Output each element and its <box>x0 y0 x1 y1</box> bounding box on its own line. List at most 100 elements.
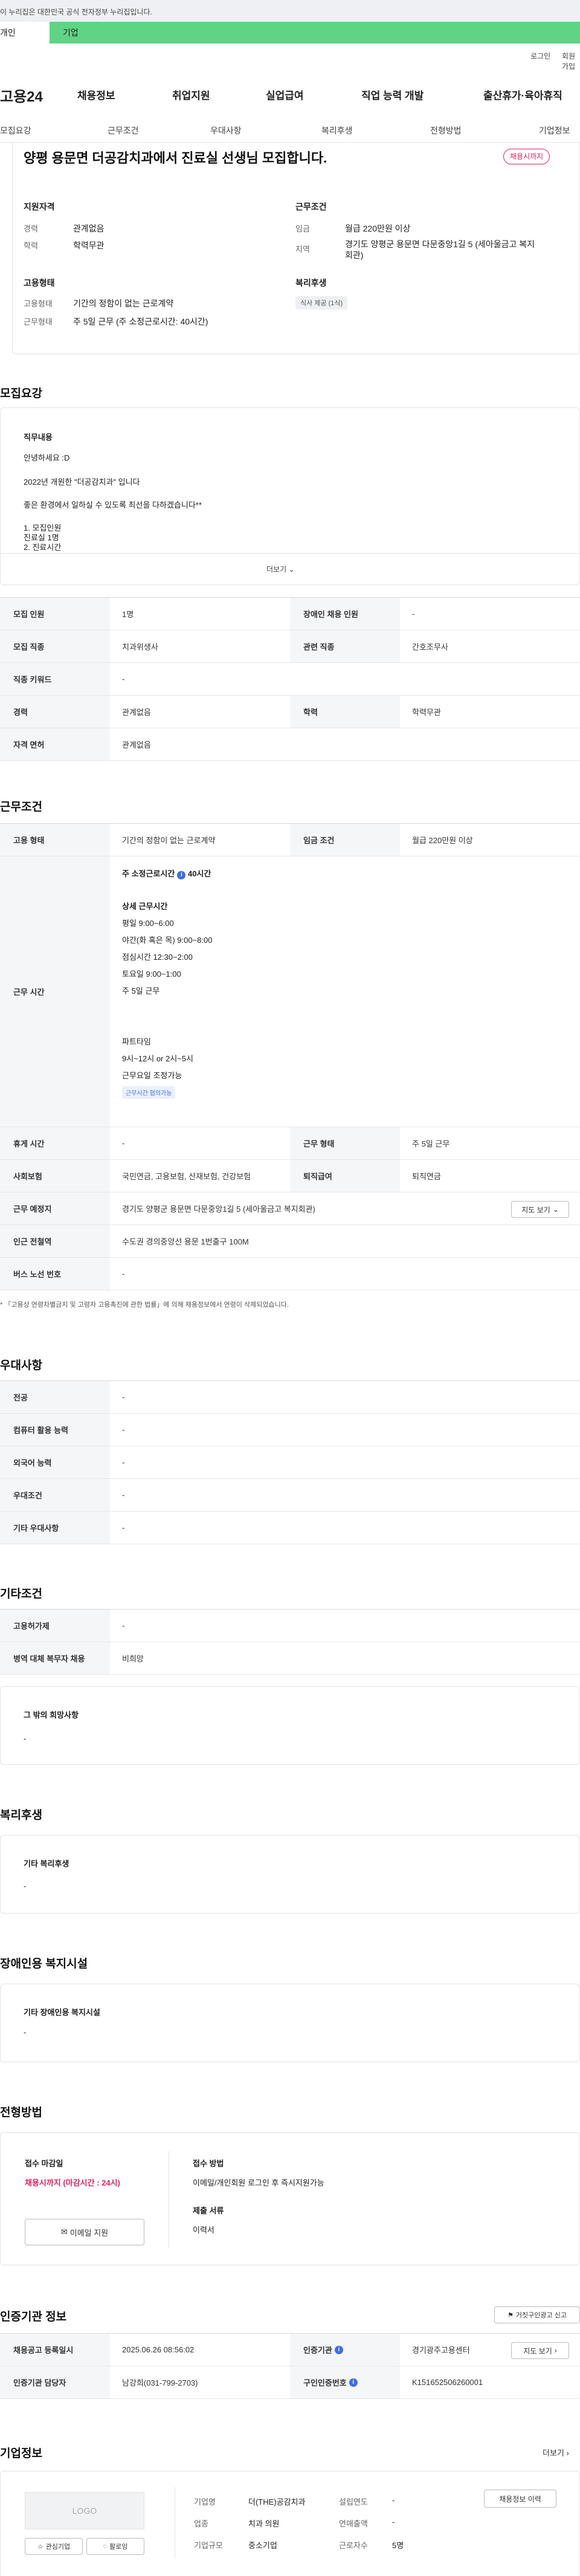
info-icon[interactable]: i <box>334 2345 343 2354</box>
row-label: 임금 조건 <box>290 824 400 856</box>
row-value: - <box>122 675 125 684</box>
duty-line: 2022년 개원한 "더공감치과" 입니다 <box>24 477 140 487</box>
lnb-welfare[interactable]: 복리후생 <box>321 125 353 137</box>
inst-label: 인증기관 <box>303 2346 332 2355</box>
founded-value: - <box>392 2496 395 2505</box>
row-value: 관계없음 <box>122 708 151 717</box>
row-value: 월급 220만원 이상 <box>412 836 473 845</box>
login-link[interactable]: 로그인 <box>530 51 550 61</box>
site-logo[interactable]: 고용24 <box>0 85 43 106</box>
row-label: 인증기관 담당자 <box>0 2366 110 2398</box>
follow-button[interactable]: ◌ 팔로잉 <box>86 2538 144 2555</box>
wage-label: 임금 <box>295 224 310 233</box>
other-wish-title: 그 밖의 희망사항 <box>24 1710 79 1720</box>
row-label: 우대조건 <box>0 1479 110 1511</box>
main-nav: 고용24 채용정보 취업지원 실업급여 직업 능력 개발 출산휴가·육아휴직 <box>0 80 580 106</box>
table-row: 자격 면허 관계없음 <box>0 728 580 761</box>
nav-parental-leave[interactable]: 출산휴가·육아휴직 <box>483 87 562 102</box>
row-label: 전공 <box>0 1381 110 1413</box>
deadline-title: 접수 마감일 <box>25 2159 63 2168</box>
mail-icon: ✉ <box>60 2227 68 2236</box>
qual-title: 지원자격 <box>24 202 55 212</box>
selection-card: 접수 마감일 채용시까지 (마감시간 : 24시) ✉ 이메일 지원 접수 방법 … <box>0 2132 580 2265</box>
table-row: 고용허가제 - <box>0 1610 580 1642</box>
table-row: 인근 전철역 수도권 경의중앙선 용문 1번출구 100M <box>0 1225 580 1258</box>
table-row: 인증기관 담당자 남강희(031-799-2703) 구인인증번호 i K1516… <box>0 2366 580 2399</box>
welfare-box-title: 기타 복리후생 <box>24 1859 69 1868</box>
detail-line: 근무요일 조정가능 <box>122 1071 182 1080</box>
table-row: 버스 노선 번호 - <box>0 1258 580 1290</box>
row-value: 남강희(031-799-2703) <box>122 2378 198 2387</box>
row-value: - <box>122 1458 125 1467</box>
nav-vocational-training[interactable]: 직업 능력 개발 <box>361 87 424 102</box>
weekly-hours-label: 주 소정근로시간 <box>122 869 175 878</box>
duty-title: 직무내용 <box>24 433 53 442</box>
company-section-title: 기업정보 <box>0 2447 42 2460</box>
row-label: 근무 예정지 <box>0 1193 110 1225</box>
cert-map-button[interactable]: 지도 보기 › <box>511 2342 569 2359</box>
report-false-ad-button[interactable]: ⚑ 거짓구인광고 신고 <box>494 2306 580 2323</box>
row-value: - <box>412 609 415 618</box>
staff-value: 5명 <box>392 2541 404 2550</box>
row-label: 병역 대체 복무자 채용 <box>0 1642 110 1674</box>
info-icon[interactable]: i <box>349 2378 358 2387</box>
row-value: 학력무관 <box>412 708 441 717</box>
map-button[interactable]: 지도 보기 ⌄ <box>511 1201 569 1218</box>
nav-jobs[interactable]: 채용정보 <box>77 87 115 102</box>
tab-individual[interactable]: 개인 <box>0 22 50 44</box>
favorite-company-button[interactable]: ☆ 관심기업 <box>25 2538 83 2555</box>
gov-banner: 이 누리집은 대한민국 공식 전자정부 누리집입니다. <box>0 0 580 22</box>
top-tabs: 개인 기업 <box>0 22 580 44</box>
company-more-label: 더보기 <box>543 2448 564 2458</box>
row-label: 경력 <box>0 696 110 728</box>
table-row: 컴퓨터 활용 능력 - <box>0 1414 580 1446</box>
row-value: K151652506260001 <box>412 2378 483 2387</box>
nav-employment-support[interactable]: 취업지원 <box>172 87 210 102</box>
tab-corporate[interactable]: 기업 <box>50 22 580 44</box>
row-label: 기타 우대사항 <box>0 1512 110 1544</box>
row-value: 2025.06.26 08:56:02 <box>122 2345 195 2354</box>
emptype-value: 기간의 정함이 없는 근로계약 <box>73 299 174 308</box>
duty-more-button[interactable]: 더보기 ⌄ <box>266 564 295 574</box>
row-value: - <box>122 1425 125 1434</box>
region-value-2: 회관) <box>345 250 364 260</box>
preference-section-title: 우대사항 <box>0 1359 42 1372</box>
row-value: - <box>122 1269 125 1278</box>
weekly-hours-value: 40시간 <box>187 869 211 878</box>
wage-value: 월급 220만원 이상 <box>345 224 411 233</box>
email-apply-button[interactable]: ✉ 이메일 지원 <box>25 2219 144 2245</box>
other-wish-card: 그 밖의 희망사항 - <box>0 1686 580 1765</box>
lnb-recruit[interactable]: 모집요강 <box>0 125 31 137</box>
welfare-chip: 식사 제공 (1식) <box>295 296 348 309</box>
company-more-link[interactable]: 더보기 › <box>543 2447 569 2458</box>
lnb-selection[interactable]: 전형방법 <box>430 125 462 137</box>
table-row: 전공 - <box>0 1381 580 1414</box>
nav-unemployment-benefit[interactable]: 실업급여 <box>266 87 304 102</box>
detail-line: 야간(화 혹은 목) 9:00~8:00 <box>122 936 213 945</box>
row-label: 학력 <box>290 696 400 728</box>
worktype-label: 근무형태 <box>24 317 53 326</box>
detail-line: 주 5일 근무 <box>122 986 160 995</box>
report-label: 거짓구인광고 신고 <box>515 2312 567 2319</box>
company-card: LOGO ☆ 관심기업 ◌ 팔로잉 기업명 더(THE)공감치과 설립연도 - 업종… <box>0 2471 580 2576</box>
lnb-company[interactable]: 기업정보 <box>539 125 570 137</box>
join-link[interactable]: 회원가입 <box>562 51 580 71</box>
lnb-preference[interactable]: 우대사항 <box>210 125 242 137</box>
welfare-card: 기타 복리후생 - <box>0 1835 580 1914</box>
etc-section-title: 기타조건 <box>0 1588 42 1600</box>
row-value: 주 5일 근무 <box>412 1139 450 1148</box>
method-value: 이메일/개인회원 로그인 후 즉시지원가능 <box>193 2178 324 2187</box>
job-history-button[interactable]: 채용정보 이력 <box>484 2490 556 2508</box>
duty-line: 좋은 환경에서 일하실 수 있도록 최선을 다하겠습니다** <box>24 500 202 510</box>
detail-line: 토요일 9:00~1:00 <box>122 969 181 979</box>
disabled-section-title: 장애인용 복지시설 <box>0 1958 88 1970</box>
star-icon: ☆ <box>37 2543 44 2551</box>
row-label: 모집 직종 <box>0 630 110 662</box>
info-icon[interactable]: i <box>177 871 186 879</box>
career-value: 관계없음 <box>73 224 105 233</box>
detail-line: 9시~12시 or 2시~5시 <box>122 1054 193 1063</box>
row-value: 치과위생사 <box>122 642 158 652</box>
row-label: 관련 직종 <box>290 630 400 662</box>
row-label: 근무 시간 <box>0 856 110 1127</box>
lnb-conditions[interactable]: 근무조건 <box>108 125 139 137</box>
